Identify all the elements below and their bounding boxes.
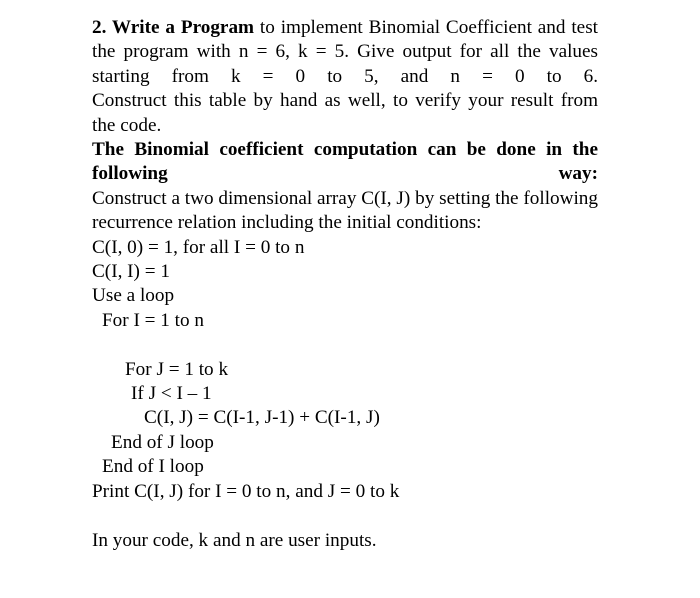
pseudocode-line-if-condition: If J < I – 1 xyxy=(131,383,212,405)
pseudocode-line-for-j: For J = 1 to k xyxy=(125,358,229,380)
pseudocode-line-base-case-row: C(I, 0) = 1, for all I = 0 to n xyxy=(92,236,305,258)
paragraph-array-setup: Construct a two dimensional array C(I, J… xyxy=(92,187,598,234)
pseudocode-line-base-case-diagonal: C(I, I) = 1 xyxy=(92,261,170,283)
problem-statement-bold-lead: 2. Write a Program xyxy=(92,17,255,38)
pseudocode-line-end-j-loop: End of J loop xyxy=(111,431,214,453)
document-body: 2. Write a Program to implement Binomial… xyxy=(92,16,598,553)
paragraph-construct-table: Construct this table by hand as well, to… xyxy=(92,90,598,136)
paragraph-binomial-heading: The Binomial coefficient computation can… xyxy=(92,139,598,185)
closing-spacer xyxy=(92,504,598,528)
pseudocode-line-end-i-loop: End of I loop xyxy=(102,456,204,478)
pseudocode-line-print: Print C(I, J) for I = 0 to n, and J = 0 … xyxy=(92,480,400,502)
pseudocode-block: C(I, 0) = 1, for all I = 0 to n C(I, I) … xyxy=(92,236,598,504)
paragraph-problem-statement: 2. Write a Program to implement Binomial… xyxy=(92,16,598,89)
paragraph-closing-note: In your code, k and n are user inputs. xyxy=(92,529,377,551)
pseudocode-line-use-a-loop: Use a loop xyxy=(92,285,175,307)
pseudocode-line-for-i: For I = 1 to n xyxy=(102,309,204,331)
pseudocode-line-recurrence: C(I, J) = C(I-1, J-1) + C(I-1, J) xyxy=(144,407,380,429)
pseudocode-blank-line xyxy=(92,333,598,357)
